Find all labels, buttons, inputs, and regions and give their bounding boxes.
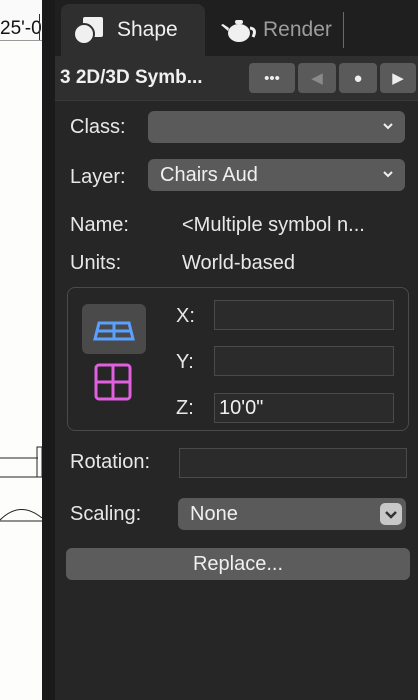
tab-shape-label: Shape <box>117 18 178 41</box>
chevron-down-icon <box>383 171 393 178</box>
position-group: X: Y: Z: 10'0" <box>67 287 409 431</box>
name-value: <Multiple symbol n... <box>182 214 365 236</box>
previous-object-button[interactable]: ◀ <box>298 63 336 93</box>
object-bar: 3 2D/3D Symb... ••• ◀ ● ▶ <box>55 56 418 101</box>
chevron-right-icon: ▶ <box>392 70 404 87</box>
x-label: X: <box>176 305 195 327</box>
plan-grid-icon <box>94 363 132 401</box>
tab-shape[interactable]: Shape <box>61 4 205 56</box>
class-select[interactable] <box>148 111 405 143</box>
class-label: Class: <box>70 116 126 138</box>
top-view-button[interactable] <box>82 304 146 354</box>
plan-view-button[interactable] <box>82 360 146 406</box>
object-title: 3 2D/3D Symb... <box>60 67 203 88</box>
object-info-palette: Shape Render 3 2D/3D Symb... ••• ◀ ● ▶ C… <box>55 0 418 700</box>
drawing-geometry <box>0 446 42 522</box>
rotation-field[interactable] <box>179 448 407 478</box>
name-label: Name: <box>70 214 129 236</box>
more-options-button[interactable]: ••• <box>249 63 295 93</box>
chevron-down-icon <box>380 503 402 525</box>
teapot-icon <box>219 15 256 45</box>
y-field[interactable] <box>214 346 394 376</box>
next-object-button[interactable]: ▶ <box>380 63 416 93</box>
units-label: Units: <box>70 252 122 274</box>
tab-render[interactable]: Render <box>207 4 347 56</box>
z-field[interactable]: 10'0" <box>214 393 394 423</box>
y-label: Y: <box>176 351 194 373</box>
rotation-label: Rotation: <box>70 451 151 473</box>
drawing-canvas[interactable]: 25'-0 <box>0 0 42 700</box>
dot-icon: ● <box>353 69 363 87</box>
scaling-value: None <box>190 502 238 525</box>
x-field[interactable] <box>214 300 394 330</box>
scaling-select[interactable]: None <box>178 498 406 530</box>
select-object-button[interactable]: ● <box>339 63 377 93</box>
top-plane-icon <box>93 321 135 341</box>
layer-label: Layer: <box>70 166 126 188</box>
chevron-left-icon: ◀ <box>311 70 323 87</box>
tab-separator <box>343 12 344 48</box>
shapes-icon <box>73 15 107 45</box>
more-icon: ••• <box>264 69 280 87</box>
layer-value: Chairs Aud <box>160 163 258 186</box>
chevron-down-icon <box>383 123 393 130</box>
tab-render-label: Render <box>263 18 332 41</box>
palette-tabs: Shape Render <box>55 0 418 56</box>
replace-label: Replace... <box>192 552 284 575</box>
scaling-label: Scaling: <box>70 503 142 525</box>
units-value: World-based <box>182 252 296 274</box>
panel-divider[interactable] <box>42 0 55 700</box>
z-label: Z: <box>176 397 194 419</box>
replace-button[interactable]: Replace... <box>66 548 410 580</box>
layer-select[interactable]: Chairs Aud <box>148 159 405 191</box>
